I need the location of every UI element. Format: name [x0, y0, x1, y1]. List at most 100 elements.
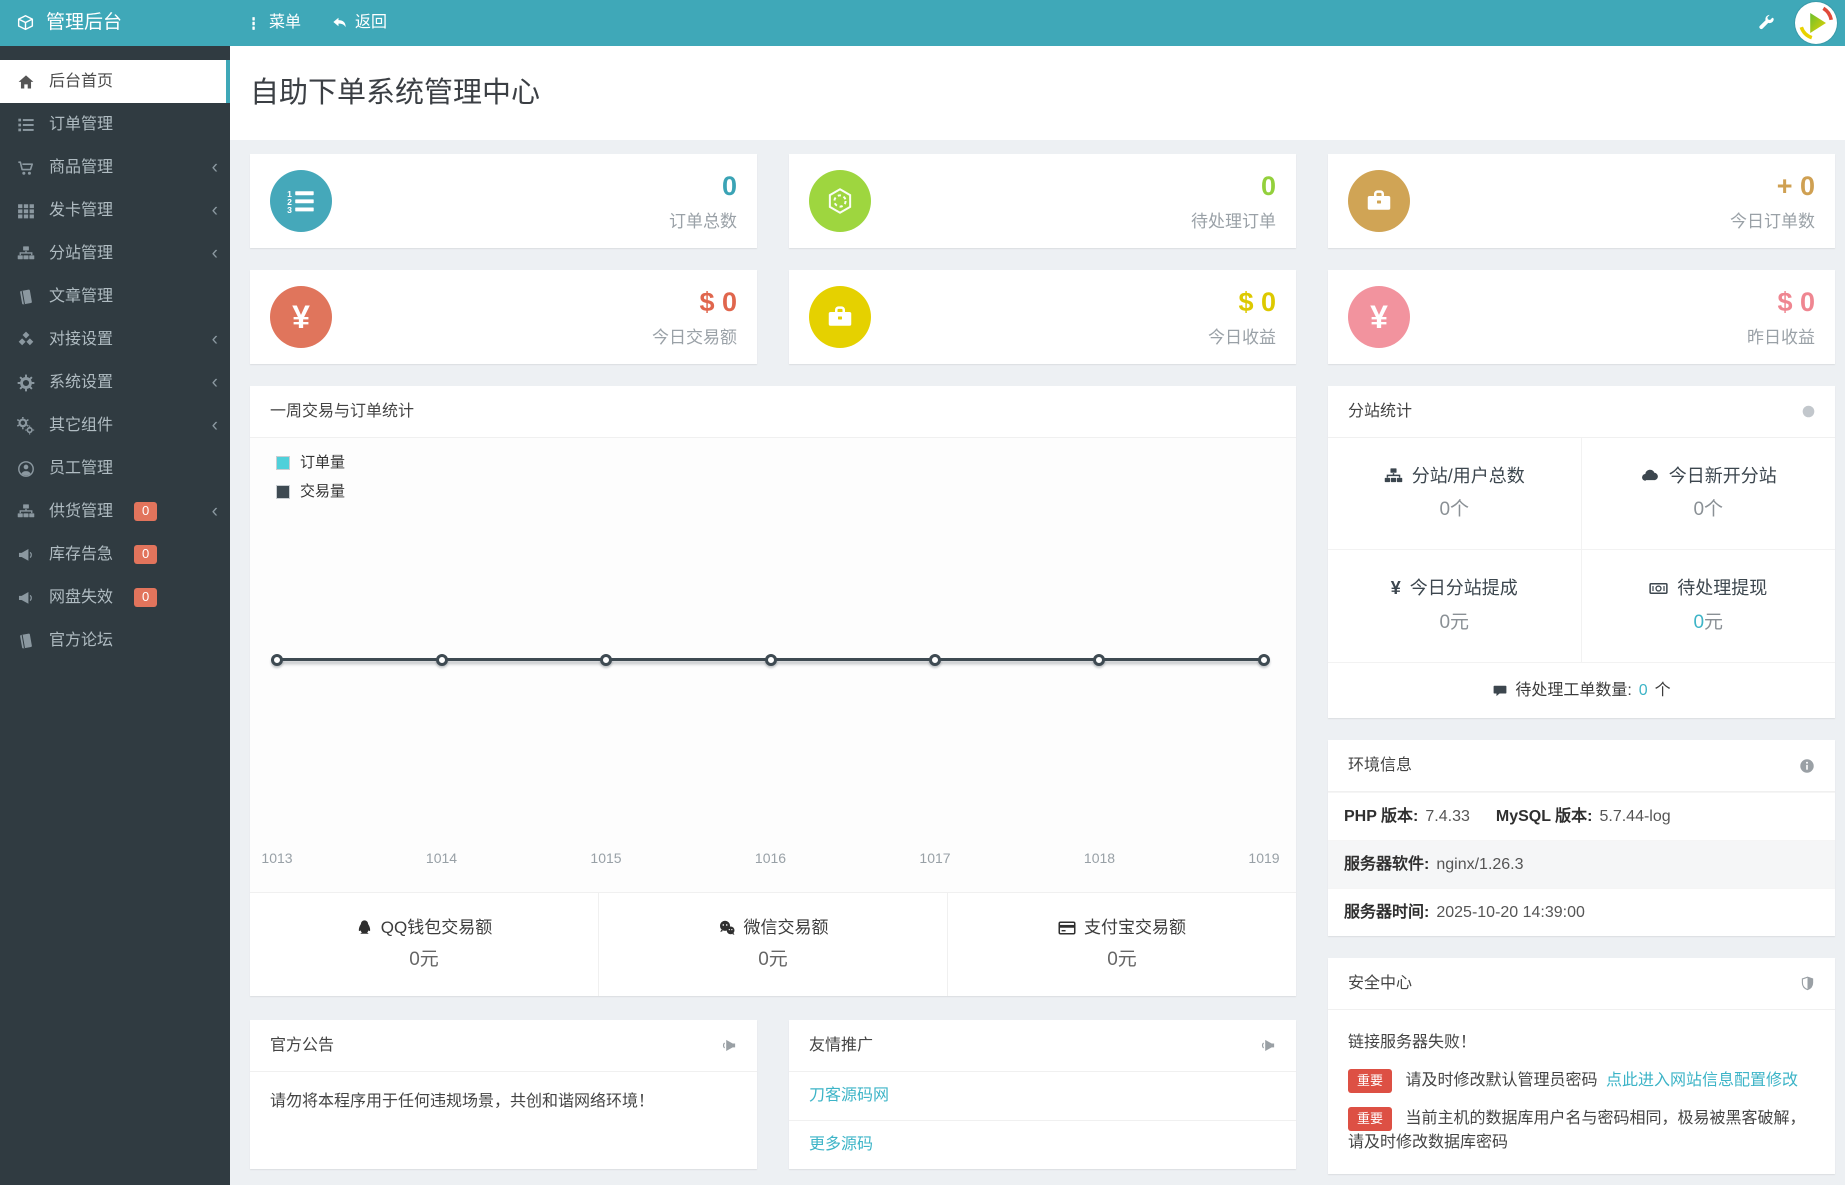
x-tick-label: 1018: [1083, 850, 1116, 866]
pay-stat-value: 0元: [758, 949, 788, 971]
credit-card-icon: [1058, 919, 1076, 937]
sidebar-item-label: 员工管理: [49, 459, 114, 477]
brand-title: 管理后台: [46, 12, 123, 34]
sidebar-item-integrations[interactable]: 对接设置 ‹: [0, 318, 230, 361]
environment-title: 环境信息: [1348, 756, 1413, 774]
promo-link[interactable]: 更多源码: [789, 1120, 1296, 1169]
comment-icon: [1492, 683, 1508, 699]
sidebar-badge: 0: [134, 502, 158, 521]
promo-title: 友情推广: [809, 1036, 874, 1054]
sidebar-item-orders[interactable]: 订单管理: [0, 103, 230, 146]
settings-wrench-button[interactable]: [1749, 6, 1783, 40]
chevron-left-icon: ‹: [211, 157, 218, 178]
promo-link[interactable]: 刀客源码网: [789, 1072, 1296, 1120]
sidebar-item-cards[interactable]: 发卡管理 ‹: [0, 189, 230, 232]
grid-icon: [16, 202, 36, 220]
megaphone-icon: [720, 1037, 737, 1054]
stat-value: 0: [721, 171, 737, 201]
legend-label: 交易量: [300, 482, 346, 500]
bullhorn-icon: [16, 546, 36, 564]
home-icon: [16, 73, 36, 91]
substation-cell-label: 待处理提现: [1677, 578, 1768, 599]
qq-penguin-icon: [356, 918, 373, 937]
stat-value: 0: [1260, 171, 1276, 201]
sidebar-item-substations[interactable]: 分站管理 ‹: [0, 232, 230, 275]
sidebar-item-dead-links[interactable]: 网盘失效 0: [0, 576, 230, 619]
important-badge: 重要: [1348, 1068, 1393, 1093]
app-logo[interactable]: [1795, 2, 1837, 44]
security-body: 链接服务器失败！ 重要 请及时修改默认管理员密码 点此进入网站信息配置修改 重要…: [1328, 1010, 1835, 1174]
config-change-link[interactable]: 点此进入网站信息配置修改: [1606, 1072, 1798, 1089]
warning-text: 当前主机的数据库用户名与密码相同，极易被黑客破解，请及时修改数据库密码: [1348, 1109, 1806, 1152]
sidebar-item-articles[interactable]: 文章管理: [0, 275, 230, 318]
book-icon: [16, 288, 36, 306]
pay-stat-label: QQ钱包交易额: [380, 918, 493, 937]
sidebar-badge: 0: [134, 588, 158, 607]
sidebar-item-system-settings[interactable]: 系统设置 ‹: [0, 361, 230, 404]
stat-card-pending-orders: 0 待处理订单: [789, 154, 1296, 248]
chart-title: 一周交易与订单统计: [270, 402, 415, 420]
data-point: [271, 654, 283, 666]
data-point: [435, 654, 448, 666]
sidebar-item-products[interactable]: 商品管理 ‹: [0, 146, 230, 189]
security-warning-database: 重要 当前主机的数据库用户名与密码相同，极易被黑客破解，请及时修改数据库密码: [1348, 1106, 1815, 1157]
pending-tickets-row: 待处理工单数量: 0 个: [1328, 662, 1835, 718]
content: 1 2 3 0 订单总数 0 待处理订单 ¥ $ 0 今日交易额 $ 0 今日收…: [230, 140, 1845, 1175]
gear-icon: [16, 374, 36, 392]
x-tick-label: 1016: [754, 850, 787, 866]
sidebar-item-suppliers[interactable]: 供货管理 0 ‹: [0, 490, 230, 533]
legend-item-orders[interactable]: 订单量: [276, 454, 345, 473]
sidebar-item-staff[interactable]: 员工管理: [0, 447, 230, 490]
server-time-label: 服务器时间:: [1344, 903, 1430, 921]
x-tick-label: 1017: [919, 850, 951, 866]
substation-cell-label: 今日分站提成: [1409, 578, 1518, 599]
substation-cell-label: 今日新开分站: [1668, 465, 1777, 486]
briefcase-icon: [1348, 170, 1410, 232]
substation-cell-value-unit: 元: [1704, 611, 1724, 633]
yen-icon: ¥: [270, 286, 332, 348]
stat-value: $ 0: [1777, 287, 1815, 317]
app-brand[interactable]: 管理后台: [0, 0, 230, 46]
sidebar-item-official-forum[interactable]: 官方论坛: [0, 619, 230, 662]
cubes-icon: [16, 331, 36, 349]
announcement-title: 官方公告: [270, 1036, 335, 1054]
sidebar-item-home[interactable]: 后台首页: [0, 60, 230, 103]
menu-toggle-button[interactable]: 菜单: [230, 0, 316, 46]
pay-stat-value: 0元: [409, 949, 439, 971]
cloud-icon: [1640, 466, 1660, 486]
back-label: 返回: [355, 14, 388, 31]
sidebar-item-label: 商品管理: [49, 158, 114, 176]
stat-label: 今日订单数: [1730, 211, 1815, 231]
server-software-label: 服务器软件:: [1344, 855, 1430, 873]
stat-card-today-turnover: ¥ $ 0 今日交易额: [250, 270, 757, 364]
trades-swatch-icon: [276, 485, 290, 500]
topnav: 菜单 返回: [230, 0, 402, 46]
weekly-chart-panel: 一周交易与订单统计 订单量 交易量 1013 1014 1015 1016 10…: [250, 386, 1296, 996]
stat-card-today-profit: $ 0 今日收益: [789, 270, 1296, 364]
line-chart: 订单量 交易量 1013 1014 1015 1016 1017 1018 10…: [250, 438, 1296, 892]
substation-cell-value: 0个: [1693, 499, 1724, 521]
stat-label: 待处理订单: [1191, 211, 1276, 231]
substation-cell-value: 0元: [1439, 611, 1470, 633]
circle-icon: [1802, 405, 1815, 418]
substation-cell-commission: ¥ 今日分站提成 0元: [1328, 550, 1582, 662]
sidebar-item-label: 文章管理: [49, 287, 114, 305]
sidebar-item-label: 系统设置: [49, 373, 114, 391]
sidebar-badge: 0: [134, 545, 158, 564]
back-button[interactable]: 返回: [316, 0, 402, 46]
legend-item-trades[interactable]: 交易量: [276, 483, 345, 502]
sidebar-item-low-stock[interactable]: 库存告急 0: [0, 533, 230, 576]
chart-legend: 订单量 交易量: [276, 454, 345, 512]
chart-panel-header: 一周交易与订单统计: [250, 386, 1296, 438]
substation-title: 分站统计: [1348, 402, 1413, 420]
server-software-value: nginx/1.26.3: [1436, 855, 1524, 873]
user-circle-icon: [16, 460, 36, 478]
substation-cell-label: 分站/用户总数: [1411, 465, 1525, 486]
sidebar-item-other-components[interactable]: 其它组件 ‹: [0, 404, 230, 447]
php-version-value: 7.4.33: [1425, 807, 1470, 825]
data-point: [599, 654, 612, 666]
wechat-icon: [718, 919, 736, 937]
stat-card-yesterday-profit: ¥ $ 0 昨日收益: [1328, 270, 1835, 364]
cart-icon: [16, 159, 36, 177]
ellipsis-v-icon: [245, 15, 262, 32]
